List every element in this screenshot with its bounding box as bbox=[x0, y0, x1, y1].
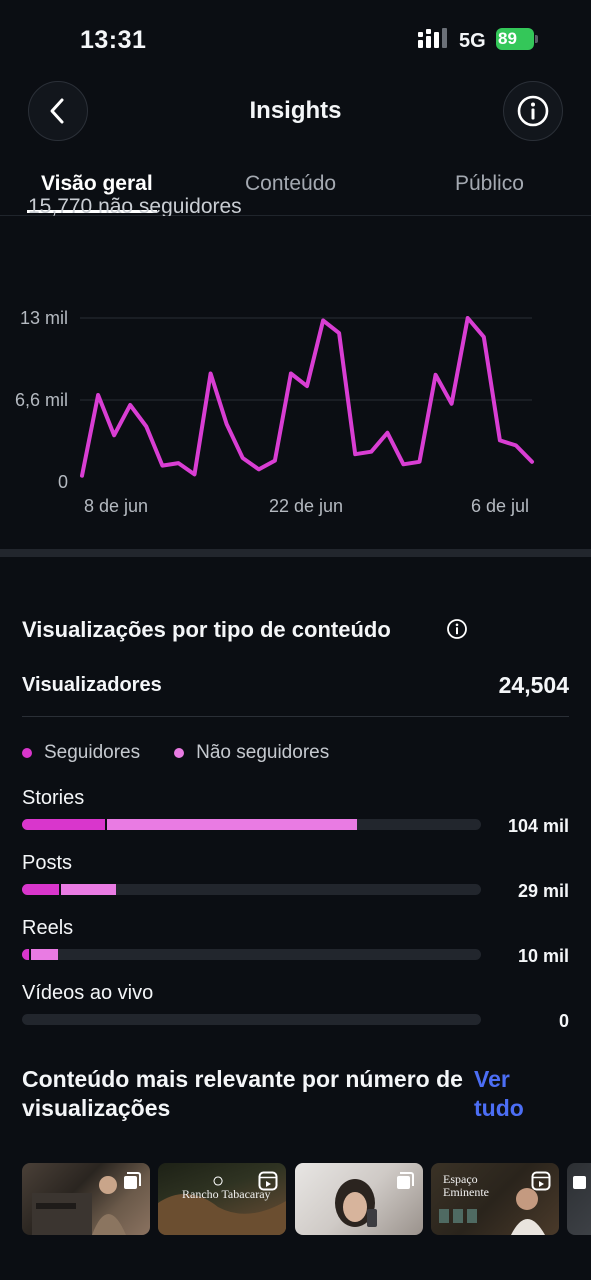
info-icon[interactable] bbox=[446, 618, 468, 640]
bar-value: 29 mil bbox=[517, 881, 569, 901]
legend: Seguidores Não seguidores bbox=[22, 741, 363, 765]
content-thumbnail-2[interactable]: Rancho Tabacaray bbox=[158, 1163, 286, 1235]
carousel-icon bbox=[397, 1172, 414, 1189]
content-thumbnail-4[interactable]: Espaço Eminente bbox=[431, 1163, 559, 1235]
content-thumbnail-1[interactable] bbox=[22, 1163, 150, 1235]
y-tick-label: 13 mil bbox=[20, 308, 68, 328]
legend-dot bbox=[174, 748, 185, 758]
status-bar: 13:31 5G 89 bbox=[0, 0, 591, 80]
bar-track bbox=[22, 949, 481, 960]
info-icon bbox=[517, 95, 549, 127]
y-tick-label: 0 bbox=[58, 472, 68, 492]
viewers-count: 24,504 bbox=[498, 672, 569, 698]
viewers-label: Visualizadores bbox=[22, 674, 162, 696]
bar-track bbox=[22, 884, 481, 895]
series-line bbox=[80, 316, 534, 478]
legend-label: Seguidores bbox=[44, 742, 141, 763]
relevant-section-title: Conteúdo mais relevante por número de vi… bbox=[22, 1066, 463, 1121]
bar-row-stories: Stories 104 mil bbox=[22, 787, 569, 842]
bar-row-live: Vídeos ao vivo 0 bbox=[22, 982, 569, 1037]
bar-value: 0 bbox=[558, 1011, 569, 1031]
bar-label: Posts bbox=[22, 852, 73, 874]
bar-label: Stories bbox=[22, 787, 85, 809]
bar-followers bbox=[22, 884, 59, 895]
y-tick-label: 6,6 mil bbox=[15, 390, 68, 410]
battery-level: 89 bbox=[498, 29, 517, 48]
tab-content[interactable]: Conteúdo bbox=[245, 172, 336, 196]
see-all-link[interactable]: Ver tudo bbox=[474, 1065, 544, 1123]
legend-item-followers: Seguidores bbox=[22, 742, 140, 764]
info-button[interactable] bbox=[503, 81, 563, 141]
carousel-icon bbox=[124, 1172, 141, 1189]
bar-followers bbox=[22, 819, 105, 830]
content-thumbnail-5[interactable] bbox=[567, 1163, 591, 1235]
status-time: 13:31 bbox=[80, 26, 147, 54]
bar-non-followers bbox=[104, 819, 358, 830]
legend-label: Não seguidores bbox=[196, 742, 330, 763]
signal-icon bbox=[418, 28, 447, 48]
bar-followers bbox=[22, 949, 29, 960]
x-tick-label: 6 de jul bbox=[471, 496, 529, 516]
views-line-chart: 0 6,6 mil 13 mil 8 de jun 22 de jun 6 de jul bbox=[0, 290, 591, 530]
divider bbox=[22, 716, 569, 717]
legend-item-non-followers: Não seguidores bbox=[174, 742, 329, 764]
bar-non-followers bbox=[58, 884, 117, 895]
bar-label: Vídeos ao vivo bbox=[22, 982, 154, 1004]
reel-icon bbox=[531, 1171, 551, 1191]
bar-non-followers bbox=[28, 949, 58, 960]
x-tick-label: 22 de jun bbox=[269, 496, 343, 516]
scrolled-summary-text: 15,770 não seguidores bbox=[28, 195, 242, 216]
chart-svg: 0 6,6 mil 13 mil 8 de jun 22 de jun 6 de jul bbox=[15, 308, 534, 516]
views-section-title: Visualizações por tipo de conteúdo bbox=[22, 617, 391, 642]
content-thumbnails: Rancho Tabacaray Espaço Eminente bbox=[22, 1163, 591, 1235]
bar-value: 104 mil bbox=[507, 816, 569, 836]
reel-icon bbox=[258, 1171, 278, 1191]
thumbnail-caption: Espaço Eminente bbox=[443, 1172, 489, 1199]
x-tick-label: 8 de jun bbox=[84, 496, 148, 516]
bar-row-reels: Reels 10 mil bbox=[22, 917, 569, 972]
content-thumbnail-3[interactable] bbox=[295, 1163, 423, 1235]
bar-track bbox=[22, 1014, 481, 1025]
network-type: 5G bbox=[459, 30, 486, 52]
legend-dot bbox=[22, 748, 32, 758]
battery-icon: 89 bbox=[496, 28, 538, 50]
bar-row-posts: Posts 29 mil bbox=[22, 852, 569, 907]
section-divider bbox=[0, 549, 591, 557]
bar-track bbox=[22, 819, 481, 830]
bottom-area bbox=[0, 1235, 591, 1280]
bar-value: 10 mil bbox=[517, 946, 569, 966]
bar-label: Reels bbox=[22, 917, 74, 939]
tab-audience[interactable]: Público bbox=[455, 172, 524, 196]
carousel-icon bbox=[573, 1176, 586, 1189]
